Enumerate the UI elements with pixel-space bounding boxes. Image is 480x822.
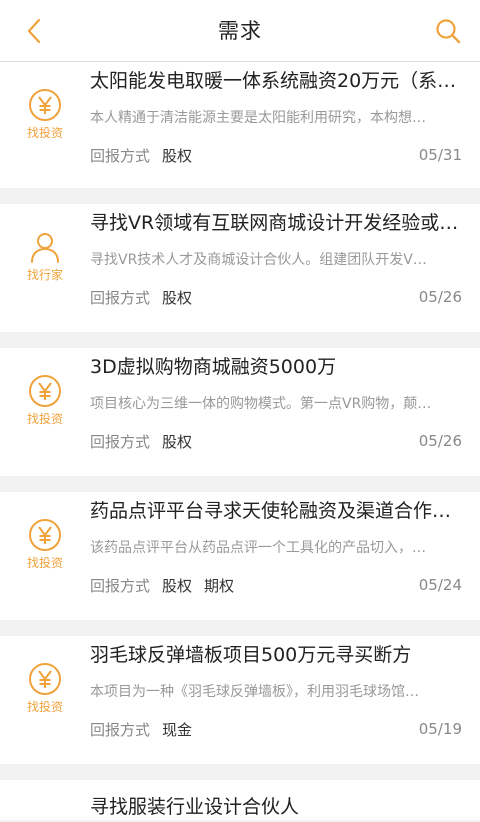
return-method-tag: 股权 — [162, 288, 193, 307]
search-button[interactable] — [432, 15, 464, 47]
item-category-label: 找投资 — [26, 700, 63, 714]
item-title[interactable]: 3D虚拟购物商城融资5000万 — [90, 352, 462, 382]
item-icon: 找投资 — [18, 518, 72, 578]
demand-list: 找投资 太阳能发电取暖一体系统融资20万元（系… 本人精通于清洁能源主要是太阳能… — [0, 62, 480, 820]
return-method-tag: 期权 — [204, 576, 235, 595]
item-category-label: 找投资 — [26, 556, 63, 570]
item-date: 05/24 — [418, 576, 462, 594]
return-method-label: 回报方式 — [90, 146, 151, 165]
return-method-label: 回报方式 — [90, 288, 151, 307]
item-title[interactable]: 药品点评平台寻求天使轮融资及渠道合作… — [90, 496, 462, 526]
item-meta: 回报方式 现金 05/19 — [90, 718, 462, 740]
return-method-tag: 股权 — [162, 576, 193, 595]
yen-coin-icon — [29, 663, 61, 695]
item-title[interactable]: 寻找VR领域有互联网商城设计开发经验或… — [90, 208, 462, 238]
item-title[interactable]: 寻找服装行业设计合伙人 — [90, 792, 462, 822]
item-category-label: 找投资 — [26, 412, 63, 426]
item-title[interactable]: 羽毛球反弹墙板项目500万元寻买断方 — [90, 640, 462, 670]
list-item[interactable]: 找投资 羽毛球反弹墙板项目500万元寻买断方 本项目为一种《羽毛球反弹墙板》，利… — [0, 636, 480, 764]
item-category-label: 找行家 — [26, 268, 63, 282]
yen-coin-icon — [29, 89, 61, 121]
item-icon: 找投资 — [18, 88, 72, 148]
item-date: 05/31 — [418, 146, 462, 164]
item-icon: 找投资 — [18, 662, 72, 722]
item-description: 本项目为一种《羽毛球反弹墙板》，利用羽毛球场馆… — [90, 684, 419, 700]
list-item-partial[interactable]: 寻找服装行业设计合伙人 — [0, 780, 480, 820]
item-date: 05/26 — [418, 288, 462, 306]
list-item[interactable]: 找投资 3D虚拟购物商城融资5000万 项目核心为三维一体的购物模式。第一点VR… — [0, 348, 480, 476]
item-description: 寻找VR技术人才及商城设计合伙人。组建团队开发V… — [90, 252, 427, 268]
list-item[interactable]: 找投资 太阳能发电取暖一体系统融资20万元（系… 本人精通于清洁能源主要是太阳能… — [0, 62, 480, 188]
item-description: 该药品点评平台从药品点评一个工具化的产品切入，… — [90, 540, 426, 556]
item-description: 本人精通于清洁能源主要是太阳能利用研究，本构想… — [90, 110, 426, 126]
item-description: 项目核心为三维一体的购物模式。第一点VR购物，颠… — [90, 396, 432, 412]
return-method-label: 回报方式 — [90, 576, 151, 595]
top-nav-bar: 需求 — [0, 0, 480, 62]
item-title[interactable]: 太阳能发电取暖一体系统融资20万元（系… — [90, 66, 462, 96]
item-category-label: 找投资 — [26, 126, 63, 140]
item-meta: 回报方式 股权 05/31 — [90, 144, 462, 166]
item-date: 05/26 — [418, 432, 462, 450]
item-meta: 回报方式 股权 05/26 — [90, 286, 462, 308]
return-method-tag: 股权 — [162, 432, 193, 451]
return-method-tag: 股权 — [162, 146, 193, 165]
return-method-tag: 现金 — [162, 720, 193, 739]
list-item[interactable]: 找行家 寻找VR领域有互联网商城设计开发经验或… 寻找VR技术人才及商城设计合伙… — [0, 204, 480, 332]
item-date: 05/19 — [418, 720, 462, 738]
yen-coin-icon — [29, 375, 61, 407]
item-icon: 找投资 — [18, 374, 72, 434]
return-method-label: 回报方式 — [90, 720, 151, 739]
item-meta: 回报方式 股权 期权 05/24 — [90, 574, 462, 596]
page-title: 需求 — [218, 19, 262, 43]
person-icon — [31, 233, 59, 263]
search-icon — [436, 19, 461, 44]
list-item[interactable]: 找投资 药品点评平台寻求天使轮融资及渠道合作… 该药品点评平台从药品点评一个工具… — [0, 492, 480, 620]
item-meta: 回报方式 股权 05/26 — [90, 430, 462, 452]
item-icon: 找行家 — [18, 230, 72, 290]
return-method-label: 回报方式 — [90, 432, 151, 451]
yen-coin-icon — [29, 519, 61, 551]
